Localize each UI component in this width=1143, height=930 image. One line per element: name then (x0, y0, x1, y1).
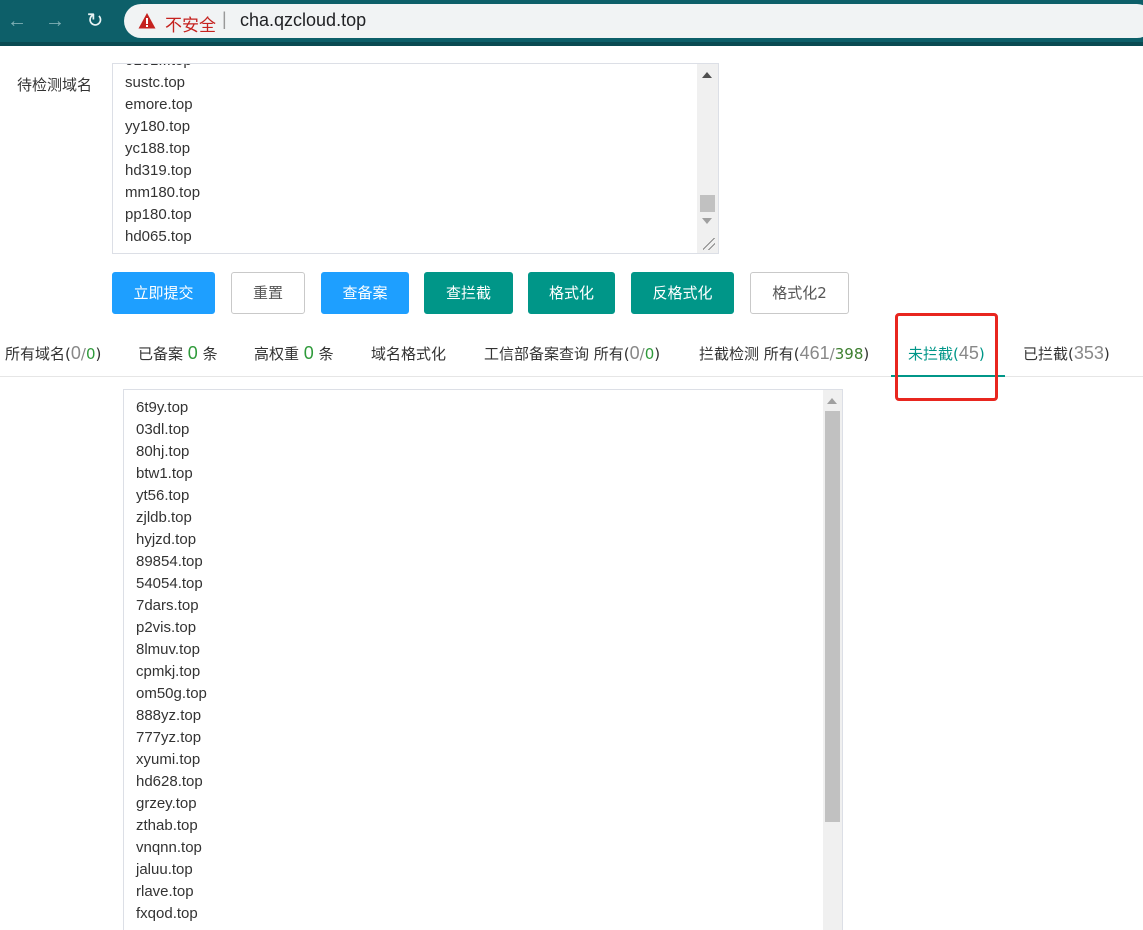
tab-check-close: ) (863, 345, 870, 363)
domain-line: emore.top (125, 96, 193, 113)
resize-grip-icon[interactable] (703, 238, 715, 250)
result-line: om50g.top (136, 685, 207, 702)
result-line: 777yz.top (136, 729, 202, 746)
tab-filed[interactable]: 已备案 0 条 (138, 343, 218, 364)
result-line: 8lmuv.top (136, 641, 200, 658)
domain-line: yc188.top (125, 140, 191, 157)
tab-check-label: 拦截检测 所有( (699, 345, 800, 363)
result-list[interactable]: 6t9y.top 03dl.top 80hj.top btw1.top yt56.top… (136, 397, 207, 925)
scroll-up-icon[interactable] (827, 398, 837, 404)
address-separator: | (222, 9, 227, 29)
result-line: zthab.top (136, 817, 198, 834)
domain-line: hd319.top (125, 162, 192, 179)
result-line: hd628.top (136, 773, 203, 790)
tab-blocked-count: 353 (1073, 343, 1104, 363)
result-line: 80hj.top (136, 443, 190, 460)
insecure-label[interactable]: 不安全 (165, 11, 216, 36)
tab-all-count: 0 (70, 343, 81, 363)
tab-miit-total: 0 (644, 345, 655, 363)
tab-format-label: 域名格式化 (371, 345, 447, 363)
domain-line: hd065.top (125, 228, 192, 245)
domain-line: sustc.top (125, 74, 186, 91)
domain-line: 0101...top (125, 64, 200, 72)
result-textarea[interactable]: 6t9y.top 03dl.top 80hj.top btw1.top yt56.top… (123, 389, 843, 930)
tab-miit-count: 0 (629, 343, 640, 363)
address-bar[interactable]: 不安全 | cha.qzcloud.top (124, 4, 1143, 38)
tab-miit-close: ) (654, 345, 661, 363)
result-line: cpmkj.top (136, 663, 201, 680)
scroll-up-icon[interactable] (702, 72, 712, 78)
submit-button[interactable]: 立即提交 (112, 272, 215, 314)
warning-icon[interactable] (138, 12, 156, 30)
reset-button[interactable]: 重置 (231, 272, 305, 314)
check-icp-button[interactable]: 查备案 (321, 272, 409, 314)
format2-button[interactable]: 格式化2 (750, 272, 849, 314)
scroll-down-icon[interactable] (702, 218, 712, 224)
tab-filed-label: 已备案 (138, 345, 184, 363)
result-line: xyumi.top (136, 751, 201, 768)
domain-line: pp180.top (125, 206, 192, 223)
tab-weight-label: 高权重 (254, 345, 300, 363)
result-line: 6t9y.top (136, 399, 189, 416)
forward-icon[interactable]: → (42, 8, 68, 34)
tab-all-close: ) (95, 345, 102, 363)
tab-miit-query[interactable]: 工信部备案查询 所有(0/0) (484, 343, 660, 364)
result-line: jaluu.top (136, 861, 193, 878)
result-line: fxqod.top (136, 905, 198, 922)
scroll-thumb[interactable] (700, 195, 715, 212)
tab-filed-count: 0 (187, 343, 198, 363)
tab-high-weight[interactable]: 高权重 0 条 (254, 343, 334, 364)
domain-line: yy180.top (125, 118, 191, 135)
result-line: 03dl.top (136, 421, 190, 438)
reload-icon[interactable]: ↻ (82, 8, 108, 34)
tab-check-count: 461 (799, 343, 830, 363)
domain-input-label: 待检测域名 (17, 76, 93, 94)
result-line: 54054.top (136, 575, 203, 592)
scroll-thumb[interactable] (825, 411, 840, 822)
domain-textarea[interactable]: 0101...top sustc.top emore.top yy180.top yc1… (112, 63, 719, 254)
tab-blocked[interactable]: 已拦截(353) (1023, 343, 1110, 364)
result-scrollbar[interactable] (823, 390, 842, 930)
domain-line: mm180.top (125, 184, 201, 201)
tab-all-label: 所有域名( (5, 345, 71, 363)
tab-block-check[interactable]: 拦截检测 所有(461/398) (699, 343, 869, 364)
result-line: 89854.top (136, 553, 203, 570)
result-line: grzey.top (136, 795, 197, 812)
browser-toolbar: ← → ↻ 不安全 | cha.qzcloud.top (0, 0, 1143, 46)
domain-textarea-content[interactable]: 0101...top sustc.top emore.top yy180.top yc1… (125, 64, 201, 248)
tab-weight-unit: 条 (318, 345, 334, 363)
tab-blocked-close: ) (1103, 345, 1110, 363)
result-line: hyjzd.top (136, 531, 197, 548)
check-block-button[interactable]: 查拦截 (424, 272, 513, 314)
result-line: rlave.top (136, 883, 194, 900)
url-text[interactable]: cha.qzcloud.top (240, 10, 366, 31)
result-line: 888yz.top (136, 707, 202, 724)
annotation-highlight-box (895, 313, 998, 401)
tab-miit-label: 工信部备案查询 所有( (484, 345, 630, 363)
tab-filed-unit: 条 (202, 345, 218, 363)
tab-domain-format[interactable]: 域名格式化 (371, 343, 446, 364)
result-line: btw1.top (136, 465, 193, 482)
result-line: yt56.top (136, 487, 190, 504)
format-button[interactable]: 格式化 (528, 272, 615, 314)
tab-check-total: 398 (834, 345, 864, 363)
tab-all-domains[interactable]: 所有域名(0/0) (5, 343, 101, 364)
result-line: p2vis.top (136, 619, 197, 636)
textarea-scrollbar[interactable] (697, 64, 718, 253)
tab-blocked-label: 已拦截( (1023, 345, 1074, 363)
result-line: vnqnn.top (136, 839, 202, 856)
back-icon[interactable]: ← (4, 8, 30, 34)
result-line: zjldb.top (136, 509, 192, 526)
tab-weight-count: 0 (303, 343, 314, 363)
unformat-button[interactable]: 反格式化 (631, 272, 734, 314)
result-line: 7dars.top (136, 597, 199, 614)
